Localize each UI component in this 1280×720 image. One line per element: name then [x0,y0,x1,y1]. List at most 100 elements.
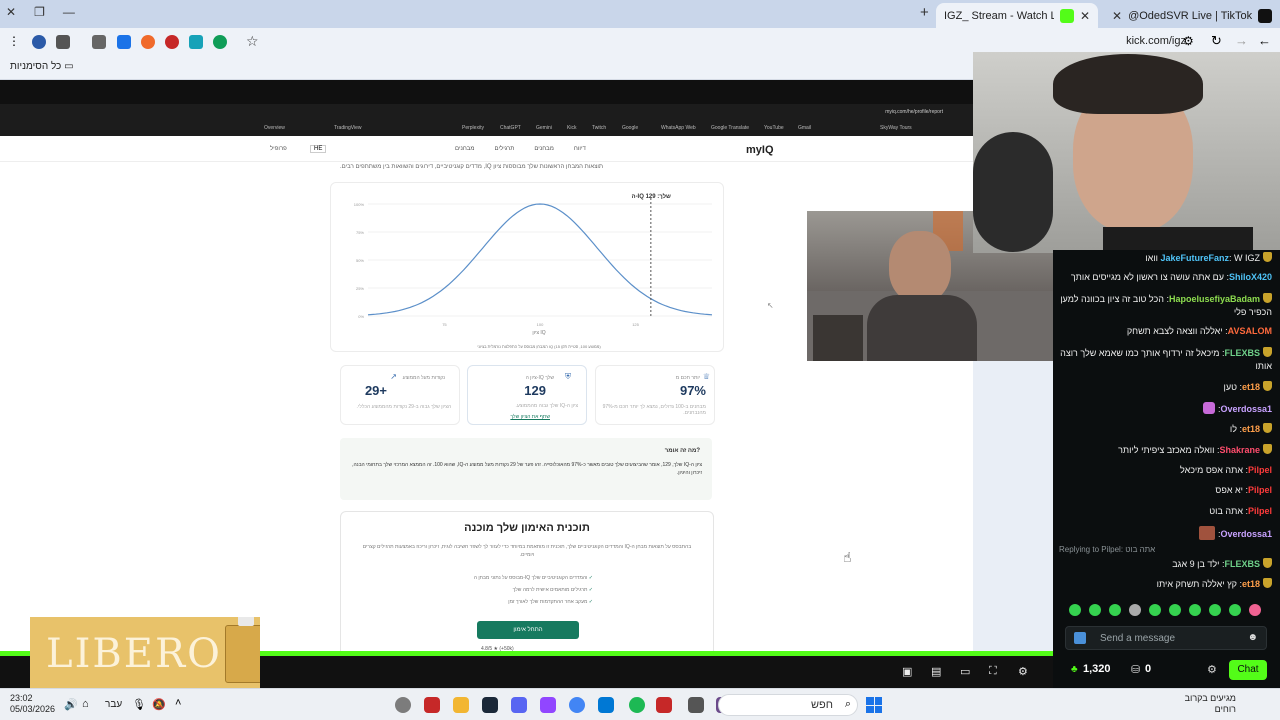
emote-icon[interactable] [1089,604,1101,616]
inner-url: myiq.com/he/profile/report [885,109,943,115]
profile-icon[interactable] [32,35,46,49]
inner-bookmark: YouTube [764,125,784,131]
emote-icon[interactable] [1149,604,1161,616]
taskbar-search[interactable]: חפש ⌕ [718,694,858,716]
twitch-icon[interactable] [540,697,556,713]
emote-icon [1203,402,1216,414]
inner-bookmark: Perplexity [462,125,484,131]
explanation-text: ציון ה-IQ שלך, 129, אומר שהביצועים שלך ט… [352,462,702,476]
clock[interactable]: 23:02 05/03/2026 [10,693,55,715]
extension-icon[interactable] [213,35,227,49]
emote-icon[interactable] [1189,604,1201,616]
file-explorer-icon[interactable] [453,697,469,713]
inner-bookmark: ChatGPT [500,125,521,131]
reload-icon[interactable]: ↻ [1211,33,1222,49]
theater-mode-icon[interactable]: ▣ [902,665,912,678]
distribution-curve [367,203,713,316]
all-bookmarks-button[interactable]: כל הסימניות ▭ [10,61,74,72]
extensions-icon[interactable] [92,35,106,49]
settings-app-icon[interactable] [395,697,411,713]
emote-icon[interactable] [1229,604,1241,616]
extension-icon[interactable] [117,35,131,49]
close-window-icon[interactable]: ✕ [6,5,16,19]
chat-settings-icon[interactable]: ⚙ [1207,663,1217,676]
notifications-off-icon[interactable]: 🔕 [152,698,166,711]
fullscreen-icon[interactable]: ⛶ [989,665,997,678]
emote-icon[interactable] [1129,604,1141,616]
restore-window-icon[interactable]: ❐ [34,5,45,19]
tab-kick[interactable]: IGZ_ Stream - Watch Live on Kick ✕ [936,3,1098,28]
gift-icon[interactable]: ⛁ [1131,663,1140,676]
new-tab-icon[interactable]: + [920,4,929,21]
discord-icon[interactable] [511,697,527,713]
plan-description: בהתבסס על תוצאות מבחן ה-IQ והמדדים הקוגנ… [362,544,692,558]
start-training-button[interactable]: התחל אימון [477,621,579,639]
extension-icon[interactable] [141,35,155,49]
chat-message: JakeFutureFanz: W IGZ וואו [1059,252,1272,263]
nav-link[interactable]: מבחנים [455,146,475,152]
channel-points-icon[interactable]: ♣ [1071,664,1078,675]
tray-chevron-icon[interactable]: ˄ [175,697,181,709]
chrome-icon[interactable] [569,697,585,713]
mic-icon[interactable]: 🎙 [132,698,146,711]
extension-icon[interactable] [165,35,179,49]
start-button[interactable] [866,697,882,713]
inner-bookmark: Gemini [536,125,552,131]
close-tab-icon[interactable]: ✕ [1080,9,1090,23]
extension-icon[interactable] [189,35,203,49]
profile-link[interactable]: פרופיל [270,146,287,152]
menu-icon[interactable]: ⋮ [8,34,20,48]
stat-label: ציון ה-IQ שלך [525,375,554,381]
y-tick-label: 25% [356,286,364,291]
chat-button[interactable]: Chat [1229,660,1267,680]
language-selector[interactable]: HE [310,145,327,153]
emote-icon[interactable] [1069,604,1081,616]
app-icon[interactable] [424,697,440,713]
inner-bookmark: Kick [567,125,577,131]
language-indicator[interactable]: עבר [105,699,122,710]
chat-tool-icon[interactable] [1074,632,1086,644]
network-icon[interactable]: ⌂ [82,698,89,710]
pip-icon[interactable]: ▤ [931,665,941,678]
volume-icon[interactable]: 🔊 [64,698,78,711]
send-message-input[interactable]: Send a message ☻ [1065,626,1267,650]
chat-message: FLEXBS: ילד בן 9 אגב [1059,558,1272,569]
steam-icon[interactable] [482,697,498,713]
stat-desc: הציון שלך גבוה ב-29 נקודות מהממוצע הכללי… [356,404,451,410]
site-settings-icon[interactable]: ⚙ [1183,34,1194,48]
chat-message: Pilpel: יא אפס [1215,485,1272,495]
emote-icon[interactable] [1169,604,1181,616]
url-field[interactable]: kick.com/igz [1126,35,1186,47]
bookmark-star-icon[interactable]: ☆ [246,33,259,50]
gift-count: 0 [1145,663,1152,675]
stat-above-average: נקודות מעל הממוצע ↗ 29+ הציון שלך גבוה ב… [340,365,460,425]
chat-message: Pilpel: אתה בוט [1209,506,1272,516]
tab-tiktok[interactable]: ✕ @OdedSVR Live | TikTok [1104,3,1273,28]
check-icon: ✓ [588,587,593,593]
stat-value: 29+ [364,383,387,398]
nav-link[interactable]: דיווח [574,146,586,152]
emote-icon[interactable] [1109,604,1121,616]
myiq-logo[interactable]: myIQ [746,144,774,156]
back-icon[interactable]: ← [1258,33,1271,48]
training-plan-card: תוכנית האימון שלך מוכנה בהתבסס על תוצאות… [340,511,714,660]
spotify-icon[interactable] [629,697,645,713]
emote-icon[interactable] [1249,604,1261,616]
emoji-picker-icon[interactable]: ☻ [1247,632,1258,643]
share-score-link[interactable]: שתף את הציון שלך [510,414,550,420]
emote-icon[interactable] [1209,604,1221,616]
weather-widget[interactable]: מגיעים בקרוב רוחים [1185,693,1236,715]
nav-link[interactable]: תרגילים [495,146,515,152]
settings-icon[interactable]: ⚙ [1018,665,1028,678]
nav-link[interactable]: מבחנים [534,146,554,152]
forward-icon[interactable]: → [1235,33,1248,48]
cinema-icon[interactable]: ▭ [960,665,970,678]
close-tab-icon[interactable]: ✕ [1112,9,1122,23]
chat-message: Shakrane: וואלה מאכזב ציפיתי ליותר [1059,444,1272,455]
media-icon[interactable] [56,35,70,49]
app-icon[interactable] [688,697,704,713]
app-icon[interactable] [656,697,672,713]
minimize-window-icon[interactable]: — [63,5,75,19]
apps-grid-icon[interactable] [598,697,614,713]
inner-bookmark: Twitch [592,125,607,131]
